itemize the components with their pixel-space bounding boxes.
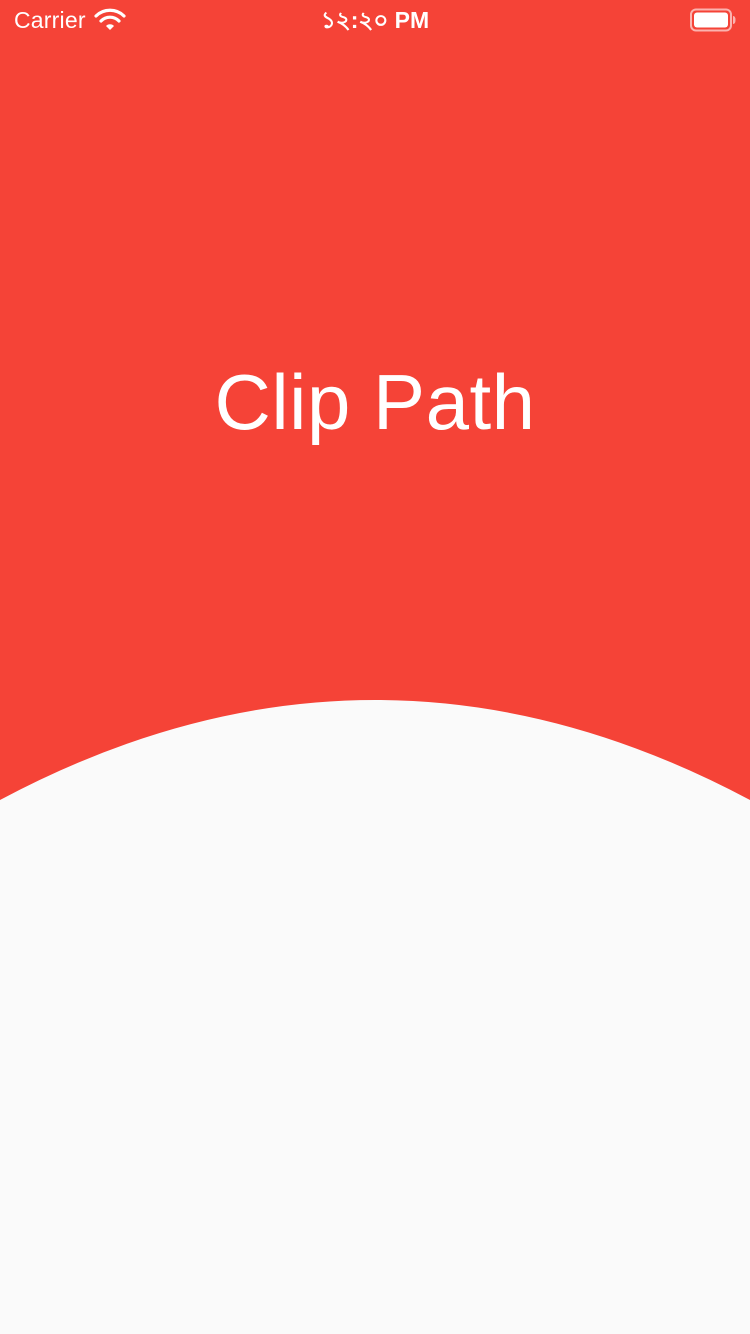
status-bar: Carrier ১২:২০ PM [0,0,750,40]
status-time: ১২:২০ PM [320,7,430,33]
page-title: Clip Path [214,358,536,446]
battery-icon [690,8,736,32]
